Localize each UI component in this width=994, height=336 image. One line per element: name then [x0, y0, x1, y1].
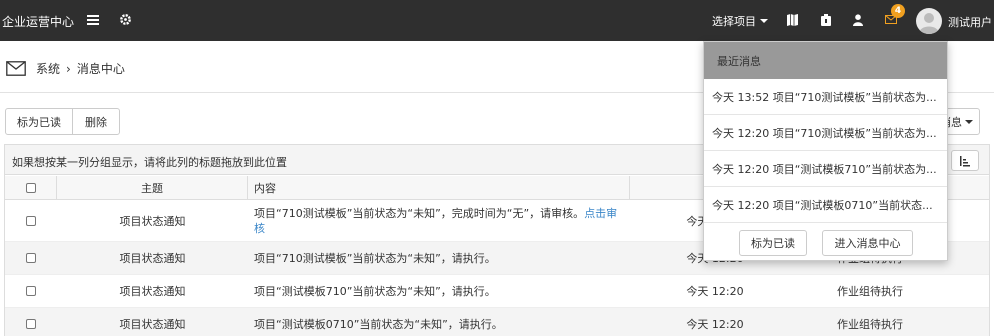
row-content: 项目“710测试模板”当前状态为“未知”，请执行。 — [254, 251, 496, 265]
dropdown-mark-read-button[interactable]: 标为已读 — [739, 230, 807, 256]
column-header-content[interactable]: 内容 — [248, 176, 630, 200]
chevron-down-icon — [965, 119, 973, 124]
sort-columns-icon — [960, 155, 970, 166]
menu-icon[interactable] — [86, 13, 100, 27]
dropdown-title: 最近消息 — [704, 42, 947, 79]
dropdown-footer: 标为已读 进入消息中心 — [704, 225, 947, 261]
project-select-dropdown[interactable]: 选择项目 — [712, 13, 768, 29]
row-content: 项目“710测试模板”当前状态为“未知”，完成时间为“无”，请审核。点击审核 — [248, 201, 630, 241]
row-checkbox-cell — [5, 275, 57, 307]
row-checkbox[interactable] — [26, 253, 36, 263]
row-subject: 项目状态通知 — [119, 318, 186, 331]
row-checkbox[interactable] — [26, 319, 36, 329]
row-checkbox-cell — [5, 201, 57, 241]
row-time: 今天 12:20 — [686, 285, 744, 298]
row-content-text: 项目“710测试模板”当前状态为“未知”，完成时间为“无”，请审核。 — [254, 207, 585, 220]
notification-dropdown: 最近消息 今天 13:52 项目“710测试模板”当前状态为... 今天 12:… — [703, 41, 948, 261]
table-row[interactable]: 项目状态通知 项目“测试模板710”当前状态为“未知”，请执行。 今天 12:2… — [5, 275, 989, 308]
dropdown-message-item[interactable]: 今天 12:20 项目“710测试模板”当前状态为... — [704, 115, 947, 151]
mark-read-button[interactable]: 标为已读 — [5, 108, 73, 135]
breadcrumb-current: 消息中心 — [76, 62, 125, 76]
row-subject: 项目状态通知 — [119, 252, 186, 265]
row-status: 作业组待执行 — [837, 318, 903, 331]
row-checkbox-cell — [5, 242, 57, 274]
row-subject: 项目状态通知 — [119, 215, 186, 228]
dropdown-message-item[interactable]: 今天 13:52 项目“710测试模板”当前状态为... — [704, 79, 947, 115]
group-hint: 如果想按某一列分组显示，请将此列的标题拖放到此位置 — [12, 156, 287, 169]
select-all-checkbox[interactable] — [25, 183, 36, 193]
row-checkbox[interactable] — [26, 216, 36, 226]
project-select-label: 选择项目 — [712, 15, 756, 28]
column-header-subject[interactable]: 主题 — [57, 176, 248, 200]
dropdown-message-item[interactable]: 今天 12:20 项目“测试模板0710”当前状态... — [704, 187, 947, 223]
dropdown-message-item[interactable]: 今天 12:20 项目“测试模板710”当前状态为... — [704, 151, 947, 187]
gear-icon[interactable] — [118, 12, 132, 26]
breadcrumb: 系统 › 消息中心 — [6, 60, 125, 77]
brand-title[interactable]: 企业运营中心 — [2, 13, 74, 30]
row-subject: 项目状态通知 — [119, 285, 186, 298]
select-all-cell — [5, 176, 57, 200]
row-status: 作业组待执行 — [837, 285, 903, 298]
envelope-icon — [6, 60, 26, 77]
enter-message-center-button[interactable]: 进入消息中心 — [822, 230, 913, 256]
username[interactable]: 测试用户 — [948, 14, 992, 30]
user-icon[interactable] — [852, 13, 864, 26]
row-content: 项目“测试模板0710”当前状态为“未知”，请执行。 — [254, 317, 503, 331]
breadcrumb-separator: › — [66, 61, 71, 76]
map-icon[interactable] — [786, 13, 798, 26]
top-navbar: 企业运营中心 选择项目 4 测试用户 — [0, 0, 994, 41]
row-checkbox[interactable] — [26, 286, 36, 296]
row-content: 项目“测试模板710”当前状态为“未知”，请执行。 — [254, 284, 496, 298]
table-row[interactable]: 项目状态通知 项目“测试模板0710”当前状态为“未知”，请执行。 今天 12:… — [5, 308, 989, 336]
row-time: 今天 12:20 — [686, 318, 744, 331]
breadcrumb-root[interactable]: 系统 — [36, 60, 60, 77]
notification-badge[interactable]: 4 — [891, 4, 905, 18]
avatar[interactable] — [916, 8, 942, 34]
delete-button[interactable]: 删除 — [72, 108, 120, 135]
row-checkbox-cell — [5, 308, 57, 336]
clipboard-icon[interactable] — [820, 13, 832, 26]
column-chooser-button[interactable] — [951, 150, 979, 171]
chevron-down-icon — [760, 19, 768, 23]
